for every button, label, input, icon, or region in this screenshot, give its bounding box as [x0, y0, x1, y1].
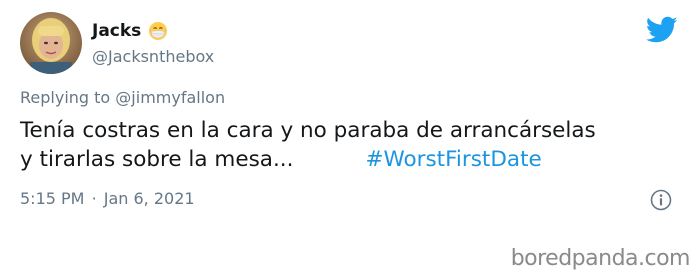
hashtag-link[interactable]: #WorstFirstDate — [365, 147, 541, 172]
tweet-text-line-2: y tirarlas sobre la mesa... #WorstFirstDa… — [20, 145, 692, 174]
avatar-image — [20, 12, 82, 74]
tweet-timestamp: 5:15 PM · Jan 6, 2021 — [20, 189, 195, 208]
display-name[interactable]: Jacks — [92, 21, 141, 41]
tweet-text-line-2-content: y tirarlas sobre la mesa... — [20, 147, 294, 172]
face-with-medical-mask-icon — [148, 21, 168, 41]
user-handle[interactable]: @Jacksnthebox — [92, 47, 214, 66]
tweet-time[interactable]: 5:15 PM — [20, 189, 84, 208]
replying-to-line: Replying to @jimmyfallon — [20, 88, 225, 107]
avatar[interactable] — [20, 12, 82, 74]
tweet-text-line-1: Tenía costras en la cara y no paraba de … — [20, 118, 596, 143]
screenshot-page: Jacks @Jacksnthebox Replying to @jimmyfa… — [0, 0, 700, 280]
tweet-card: Jacks @Jacksnthebox Replying to @jimmyfa… — [0, 0, 700, 236]
meta-separator: · — [91, 189, 97, 208]
display-name-row: Jacks — [92, 19, 168, 43]
twitter-bird-icon[interactable] — [645, 16, 678, 44]
replying-prefix: Replying to — [20, 88, 111, 107]
boredpanda-watermark: boredpanda.com — [510, 246, 691, 271]
tweet-date[interactable]: Jan 6, 2021 — [104, 189, 195, 208]
info-icon[interactable] — [650, 189, 672, 211]
tweet-text: Tenía costras en la cara y no paraba de … — [20, 116, 692, 174]
replying-to-mention[interactable]: @jimmyfallon — [115, 88, 225, 107]
